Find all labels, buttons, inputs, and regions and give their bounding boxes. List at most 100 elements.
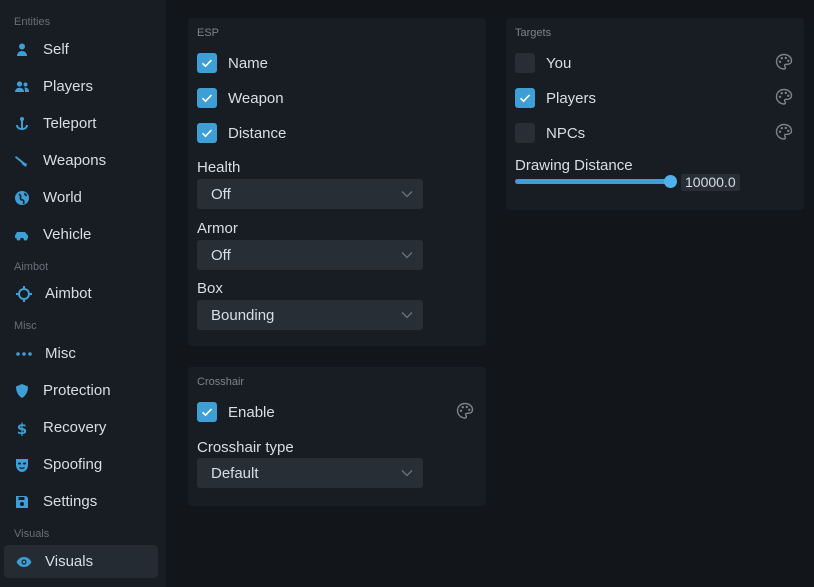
sidebar-item-self[interactable]: Self bbox=[4, 33, 158, 66]
crosshair-panel: Crosshair Enable Crosshair type Default bbox=[188, 367, 486, 506]
sidebar-item-label: Settings bbox=[43, 493, 98, 510]
panel-title: Crosshair bbox=[197, 376, 245, 388]
armor-dropdown[interactable]: Off bbox=[197, 240, 423, 270]
user-icon bbox=[13, 41, 31, 59]
sidebar-item-protection[interactable]: Protection bbox=[4, 374, 158, 407]
sidebar-item-players[interactable]: Players bbox=[4, 70, 158, 103]
check-icon bbox=[519, 94, 531, 103]
checkbox-label: Players bbox=[546, 89, 597, 107]
eye-icon bbox=[15, 553, 33, 571]
svg-text:$: $ bbox=[17, 420, 27, 436]
panel-title: ESP bbox=[197, 27, 220, 39]
sidebar-item-label: Recovery bbox=[43, 419, 107, 436]
dropdown-value: Off bbox=[211, 246, 231, 264]
players-checkbox-row[interactable]: Players bbox=[515, 88, 596, 108]
sidebar-item-label: Vehicle bbox=[43, 226, 92, 243]
sidebar-section-visuals: Visuals bbox=[14, 528, 50, 540]
gun-icon bbox=[13, 152, 31, 170]
sidebar-item-misc[interactable]: Misc bbox=[4, 337, 158, 370]
armor-label: Armor bbox=[197, 220, 238, 237]
sidebar-item-label: World bbox=[43, 189, 82, 206]
save-icon bbox=[13, 493, 31, 511]
check-icon bbox=[201, 59, 213, 68]
weapon-checkbox[interactable] bbox=[197, 88, 217, 108]
check-icon bbox=[201, 94, 213, 103]
dropdown-value: Off bbox=[211, 185, 231, 203]
distance-checkbox[interactable] bbox=[197, 123, 217, 143]
drawing-distance-slider-handle[interactable] bbox=[664, 175, 677, 188]
sidebar-item-label: Weapons bbox=[43, 152, 107, 169]
checkbox-label: Weapon bbox=[228, 89, 284, 107]
check-icon bbox=[201, 408, 213, 417]
sidebar-item-spoofing[interactable]: Spoofing bbox=[4, 448, 158, 481]
palette-icon[interactable] bbox=[775, 53, 793, 71]
you-checkbox-row[interactable]: You bbox=[515, 53, 571, 73]
health-dropdown[interactable]: Off bbox=[197, 179, 423, 209]
car-icon bbox=[13, 226, 31, 244]
sidebar-section-entities: Entities bbox=[14, 16, 51, 28]
anchor-icon bbox=[13, 115, 31, 133]
sidebar-item-label: Spoofing bbox=[43, 456, 103, 473]
mask-icon bbox=[13, 456, 31, 474]
targets-panel: Targets You Players NPCs Drawing Distanc… bbox=[506, 18, 804, 210]
palette-icon[interactable] bbox=[775, 88, 793, 106]
esp-panel: ESP Name Weapon Distance Health Off Armo… bbox=[188, 18, 486, 346]
weapon-checkbox-row[interactable]: Weapon bbox=[197, 88, 284, 108]
enable-checkbox-row[interactable]: Enable bbox=[197, 402, 275, 422]
chevron-down-icon bbox=[401, 246, 413, 264]
dropdown-value: Default bbox=[211, 464, 259, 482]
checkbox-label: NPCs bbox=[546, 124, 586, 142]
chevron-down-icon bbox=[401, 185, 413, 203]
crosshair-type-label: Crosshair type bbox=[197, 439, 294, 456]
checkbox-label: You bbox=[546, 54, 572, 72]
box-dropdown[interactable]: Bounding bbox=[197, 300, 423, 330]
sidebar-item-label: Visuals bbox=[45, 553, 94, 570]
globe-icon bbox=[13, 189, 31, 207]
checkbox-label: Enable bbox=[228, 403, 275, 421]
sidebar: Entities Self Players Teleport Weapons W… bbox=[0, 0, 166, 587]
sidebar-item-vehicle[interactable]: Vehicle bbox=[4, 218, 158, 251]
drawing-distance-slider-track[interactable] bbox=[515, 179, 672, 184]
chevron-down-icon bbox=[401, 464, 413, 482]
shield-icon bbox=[13, 382, 31, 400]
health-label: Health bbox=[197, 159, 241, 176]
npcs-checkbox-row[interactable]: NPCs bbox=[515, 123, 585, 143]
distance-checkbox-row[interactable]: Distance bbox=[197, 123, 286, 143]
name-checkbox[interactable] bbox=[197, 53, 217, 73]
checkbox-label: Distance bbox=[228, 124, 287, 142]
sidebar-item-visuals[interactable]: Visuals bbox=[4, 545, 158, 578]
chevron-down-icon bbox=[401, 306, 413, 324]
name-checkbox-row[interactable]: Name bbox=[197, 53, 268, 73]
sidebar-item-world[interactable]: World bbox=[4, 181, 158, 214]
sidebar-item-label: Aimbot bbox=[45, 285, 92, 302]
crosshair-type-dropdown[interactable]: Default bbox=[197, 458, 423, 488]
sidebar-section-aimbot: Aimbot bbox=[14, 261, 49, 273]
you-checkbox[interactable] bbox=[515, 53, 535, 73]
sidebar-item-aimbot[interactable]: Aimbot bbox=[4, 277, 158, 310]
checkbox-label: Name bbox=[228, 54, 269, 72]
sidebar-item-label: Teleport bbox=[43, 115, 97, 132]
ellipsis-icon bbox=[15, 345, 33, 363]
sidebar-item-recovery[interactable]: $ Recovery bbox=[4, 411, 158, 444]
sidebar-item-label: Self bbox=[43, 41, 69, 58]
sidebar-item-weapons[interactable]: Weapons bbox=[4, 144, 158, 177]
box-label: Box bbox=[197, 280, 223, 297]
sidebar-item-label: Players bbox=[43, 78, 94, 95]
dropdown-value: Bounding bbox=[211, 306, 275, 324]
sidebar-item-label: Misc bbox=[45, 345, 76, 362]
crosshairs-icon bbox=[15, 285, 33, 303]
drawing-distance-value: 10000.0 bbox=[681, 174, 740, 191]
npcs-checkbox[interactable] bbox=[515, 123, 535, 143]
sidebar-item-settings[interactable]: Settings bbox=[4, 485, 158, 518]
sidebar-section-misc: Misc bbox=[14, 320, 37, 332]
check-icon bbox=[201, 129, 213, 138]
sidebar-item-label: Protection bbox=[43, 382, 111, 399]
users-icon bbox=[13, 78, 31, 96]
sidebar-item-teleport[interactable]: Teleport bbox=[4, 107, 158, 140]
players-checkbox[interactable] bbox=[515, 88, 535, 108]
drawing-distance-label: Drawing Distance bbox=[515, 157, 633, 174]
palette-icon[interactable] bbox=[775, 123, 793, 141]
palette-icon[interactable] bbox=[456, 402, 474, 420]
enable-checkbox[interactable] bbox=[197, 402, 217, 422]
dollar-icon: $ bbox=[13, 419, 31, 437]
